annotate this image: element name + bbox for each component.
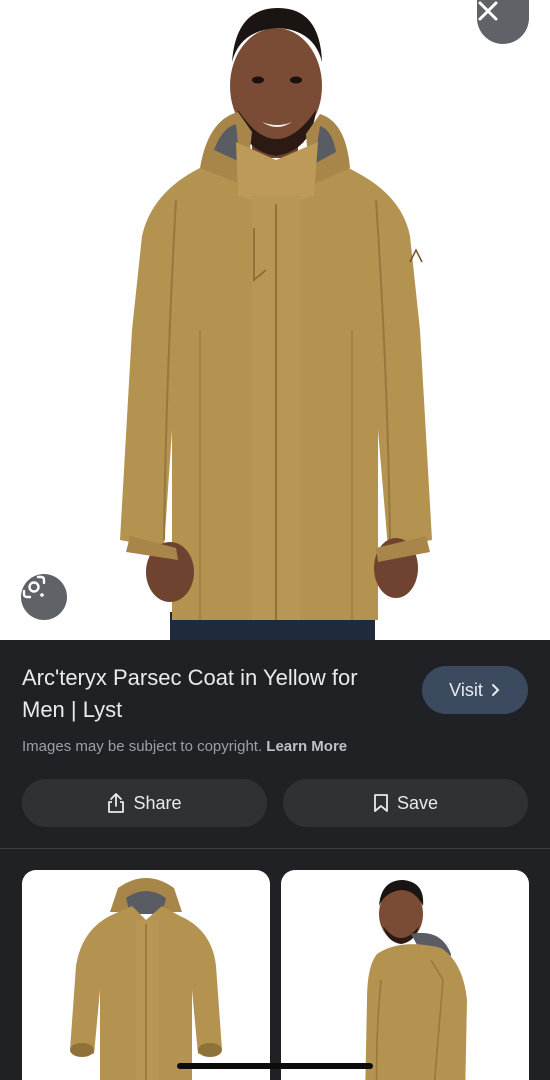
home-indicator <box>177 1063 373 1069</box>
related-model-image <box>365 880 467 1080</box>
save-button[interactable]: Save <box>283 779 528 827</box>
coat-photo <box>120 8 432 640</box>
visit-button[interactable]: Visit <box>422 666 528 714</box>
share-icon <box>108 793 125 813</box>
copyright-text: Images may be subject to copyright. <box>22 738 263 755</box>
result-title[interactable]: Arc'teryx Parsec Coat in Yellow for Men … <box>22 662 402 726</box>
main-product-image[interactable] <box>0 0 550 640</box>
copyright-notice: Images may be subject to copyright. Lear… <box>22 738 347 755</box>
google-lens-icon <box>22 575 46 599</box>
learn-more-link[interactable]: Learn More <box>266 738 347 755</box>
related-coat-image <box>70 878 222 1080</box>
close-icon <box>478 1 498 21</box>
result-info-panel: Arc'teryx Parsec Coat in Yellow for Men … <box>0 640 550 850</box>
related-results <box>0 850 550 1080</box>
share-button[interactable]: Share <box>22 779 267 827</box>
google-lens-button[interactable] <box>21 574 67 620</box>
chevron-right-icon <box>491 684 500 696</box>
save-label: Save <box>396 792 439 813</box>
related-image-card[interactable] <box>22 870 270 1080</box>
related-image-card[interactable] <box>281 870 529 1080</box>
share-label: Share <box>133 792 182 813</box>
visit-label: Visit <box>449 679 483 700</box>
bookmark-icon <box>374 794 388 812</box>
section-divider <box>0 848 550 849</box>
